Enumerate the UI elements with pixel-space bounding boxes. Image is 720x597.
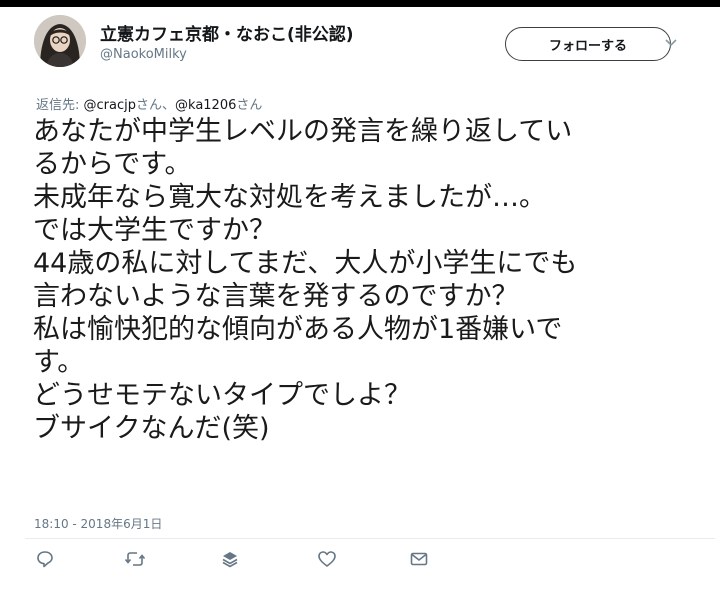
top-edge-bar — [0, 0, 720, 7]
layers-icon[interactable] — [219, 548, 241, 570]
tweet-timestamp[interactable]: 18:10 - 2018年6月1日 — [34, 515, 162, 532]
divider — [25, 538, 715, 539]
tweet-line: あなたが中学生レベルの発言を繰り返してい — [33, 116, 573, 147]
tweet-text: あなたが中学生レベルの発言を繰り返してい るからです。 未成年なら寛大な対処を考… — [33, 115, 698, 445]
tweet-line: るからです。 — [33, 149, 192, 180]
avatar[interactable] — [34, 15, 86, 67]
mention-link[interactable]: @cracjp — [84, 98, 136, 113]
mail-icon[interactable] — [408, 548, 430, 570]
chevron-down-icon[interactable] — [664, 34, 678, 48]
follow-button[interactable]: フォローする — [505, 27, 671, 61]
tweet-line: 44歳の私に対してまだ、大人が小学生にでも — [33, 248, 578, 279]
tweet-line: では大学生ですか？ — [33, 215, 276, 246]
retweet-icon[interactable] — [124, 548, 146, 570]
honorific: さん — [236, 98, 263, 113]
heart-icon[interactable] — [316, 548, 338, 570]
user-handle[interactable]: @NaokoMilky — [100, 47, 187, 62]
honorific: さん、 — [136, 98, 176, 113]
tweet-line: 私は愉快犯的な傾向がある人物が1番嫌いで — [33, 314, 563, 345]
tweet-line: ブサイクなんだ(笑) — [33, 413, 270, 444]
reply-icon[interactable] — [34, 548, 56, 570]
tweet-line: す。 — [33, 347, 85, 378]
reply-prefix: 返信先: — [36, 98, 84, 113]
tweet-line: 言わないような言葉を発するのですか？ — [33, 281, 519, 312]
avatar-image — [34, 15, 86, 67]
tweet-line: どうせモテないタイプでしよ？ — [33, 380, 411, 411]
reply-context: 返信先: @cracjpさん、@ka1206さん — [36, 94, 262, 113]
display-name[interactable]: 立憲カフェ京都・なおこ(非公認) — [100, 20, 354, 45]
mention-link[interactable]: @ka1206 — [175, 98, 236, 113]
tweet-line: 未成年なら寛大な対処を考えましたが…。 — [33, 182, 546, 213]
